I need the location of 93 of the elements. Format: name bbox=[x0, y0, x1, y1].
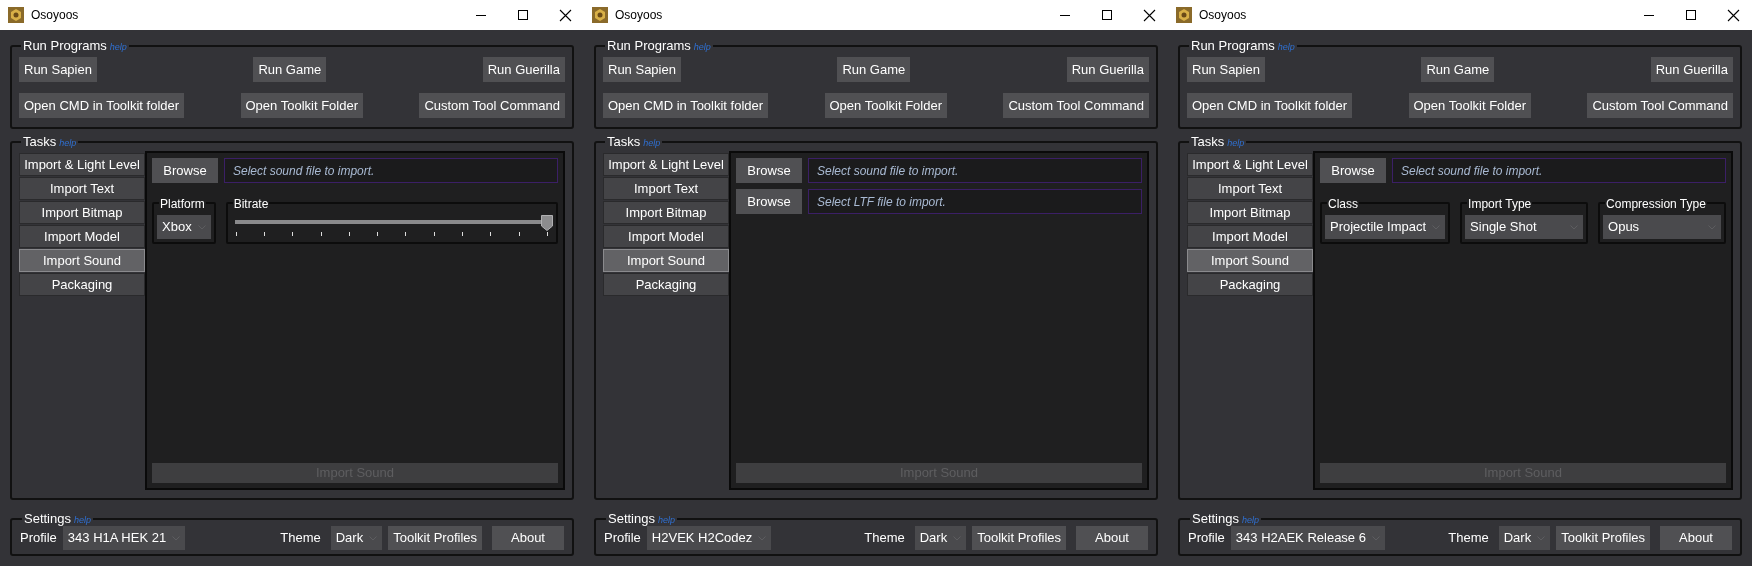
group-title: Tasks bbox=[607, 135, 641, 149]
settings-button[interactable]: Toolkit Profiles bbox=[388, 526, 482, 550]
option-label: Compression Type bbox=[1606, 197, 1706, 211]
task-tab[interactable]: Import Model bbox=[19, 225, 145, 248]
field-label: Theme bbox=[280, 529, 321, 548]
task-tab[interactable]: Import Text bbox=[1187, 177, 1313, 200]
window-title: Osoyoos bbox=[31, 7, 79, 24]
dropdown[interactable]: 343 H1A HEK 21 bbox=[62, 526, 186, 550]
dropdown[interactable]: Single Shot bbox=[1465, 215, 1584, 239]
file-path-field[interactable]: Select sound file to import. bbox=[808, 158, 1142, 183]
program-button[interactable]: Open Toolkit Folder bbox=[1408, 93, 1531, 118]
dropdown[interactable]: Dark bbox=[330, 526, 383, 550]
maximize-icon[interactable] bbox=[1101, 9, 1113, 21]
program-button[interactable]: Open CMD in Toolkit folder bbox=[19, 93, 185, 118]
group-title: Settings bbox=[1192, 512, 1239, 526]
app-logo-icon bbox=[1176, 7, 1192, 23]
task-tab[interactable]: Import & Light Level bbox=[19, 153, 145, 176]
program-button[interactable]: Custom Tool Command bbox=[1003, 93, 1149, 118]
close-icon[interactable] bbox=[1143, 8, 1156, 22]
dropdown[interactable]: Dark bbox=[1498, 526, 1551, 550]
browse-button[interactable]: Browse bbox=[152, 158, 218, 183]
program-button[interactable]: Run Game bbox=[837, 57, 911, 82]
program-button[interactable]: Run Guerilla bbox=[1066, 57, 1149, 82]
group-title: Tasks bbox=[1191, 135, 1225, 149]
task-tab[interactable]: Import & Light Level bbox=[603, 153, 729, 176]
program-button[interactable]: Run Game bbox=[253, 57, 327, 82]
task-tab[interactable]: Import Sound bbox=[603, 249, 729, 272]
window-title: Osoyoos bbox=[615, 7, 663, 24]
task-tab[interactable]: Import Model bbox=[603, 225, 729, 248]
close-icon[interactable] bbox=[559, 8, 572, 22]
maximize-icon[interactable] bbox=[517, 9, 529, 21]
window-title: Osoyoos bbox=[1199, 7, 1247, 24]
program-button[interactable]: Run Sapien bbox=[19, 57, 97, 82]
group-title: Settings bbox=[24, 512, 71, 526]
task-tab[interactable]: Import Sound bbox=[19, 249, 145, 272]
option-label: Platform bbox=[160, 197, 205, 211]
task-tab[interactable]: Import Text bbox=[603, 177, 729, 200]
dropdown[interactable]: Dark bbox=[914, 526, 967, 550]
group-title: Settings bbox=[608, 512, 655, 526]
program-button[interactable]: Open Toolkit Folder bbox=[240, 93, 363, 118]
group-title: Tasks bbox=[23, 135, 57, 149]
file-path-field[interactable]: Select sound file to import. bbox=[1392, 158, 1726, 183]
group-title: Run Programs bbox=[1191, 39, 1275, 53]
program-button[interactable]: Open CMD in Toolkit folder bbox=[1187, 93, 1353, 118]
program-button[interactable]: Open Toolkit Folder bbox=[824, 93, 947, 118]
browse-button[interactable]: Browse bbox=[736, 158, 802, 183]
group-title: Run Programs bbox=[23, 39, 107, 53]
file-path-field[interactable]: Select LTF file to import. bbox=[808, 189, 1142, 214]
slider-thumb[interactable] bbox=[541, 215, 553, 231]
app-logo-icon bbox=[8, 7, 24, 23]
file-path-field[interactable]: Select sound file to import. bbox=[224, 158, 558, 183]
task-tab[interactable]: Packaging bbox=[19, 273, 145, 296]
browse-button[interactable]: Browse bbox=[736, 189, 802, 214]
task-tab[interactable]: Import Bitmap bbox=[19, 201, 145, 224]
program-button[interactable]: Run Sapien bbox=[603, 57, 681, 82]
field-label: Profile bbox=[20, 529, 57, 548]
field-label: Theme bbox=[1448, 529, 1489, 548]
task-tab[interactable]: Import Sound bbox=[1187, 249, 1313, 272]
task-tab[interactable]: Packaging bbox=[603, 273, 729, 296]
dropdown[interactable]: Xbox bbox=[157, 215, 211, 239]
program-button[interactable]: Custom Tool Command bbox=[419, 93, 565, 118]
program-button[interactable]: Run Guerilla bbox=[482, 57, 565, 82]
field-label: Theme bbox=[864, 529, 905, 548]
task-tab[interactable]: Packaging bbox=[1187, 273, 1313, 296]
program-button[interactable]: Run Game bbox=[1421, 57, 1495, 82]
option-label: Import Type bbox=[1468, 197, 1532, 211]
task-tab[interactable]: Import Text bbox=[19, 177, 145, 200]
program-button[interactable]: Custom Tool Command bbox=[1587, 93, 1733, 118]
dropdown[interactable]: Projectile Impact bbox=[1325, 215, 1446, 239]
task-tab[interactable]: Import & Light Level bbox=[1187, 153, 1313, 176]
field-label: Profile bbox=[604, 529, 641, 548]
browse-button[interactable]: Browse bbox=[1320, 158, 1386, 183]
settings-button[interactable]: About bbox=[1660, 526, 1732, 550]
group-title: Run Programs bbox=[607, 39, 691, 53]
option-label: Class bbox=[1328, 197, 1358, 211]
settings-button[interactable]: Toolkit Profiles bbox=[1556, 526, 1650, 550]
settings-button[interactable]: About bbox=[492, 526, 564, 550]
program-button[interactable]: Open CMD in Toolkit folder bbox=[603, 93, 769, 118]
task-tab[interactable]: Import Model bbox=[1187, 225, 1313, 248]
settings-button[interactable]: Toolkit Profiles bbox=[972, 526, 1066, 550]
program-button[interactable]: Run Sapien bbox=[1187, 57, 1265, 82]
task-tab[interactable]: Import Bitmap bbox=[1187, 201, 1313, 224]
dropdown[interactable]: H2VEK H2Codez bbox=[646, 526, 772, 550]
app-logo-icon bbox=[592, 7, 608, 23]
program-button[interactable]: Run Guerilla bbox=[1650, 57, 1733, 82]
close-icon[interactable] bbox=[1727, 8, 1740, 22]
field-label: Profile bbox=[1188, 529, 1225, 548]
dropdown[interactable]: Opus bbox=[1603, 215, 1721, 239]
task-tab[interactable]: Import Bitmap bbox=[603, 201, 729, 224]
maximize-icon[interactable] bbox=[1685, 9, 1697, 21]
settings-button[interactable]: About bbox=[1076, 526, 1148, 550]
dropdown[interactable]: 343 H2AEK Release 6 bbox=[1230, 526, 1385, 550]
option-label: Bitrate bbox=[233, 197, 269, 211]
